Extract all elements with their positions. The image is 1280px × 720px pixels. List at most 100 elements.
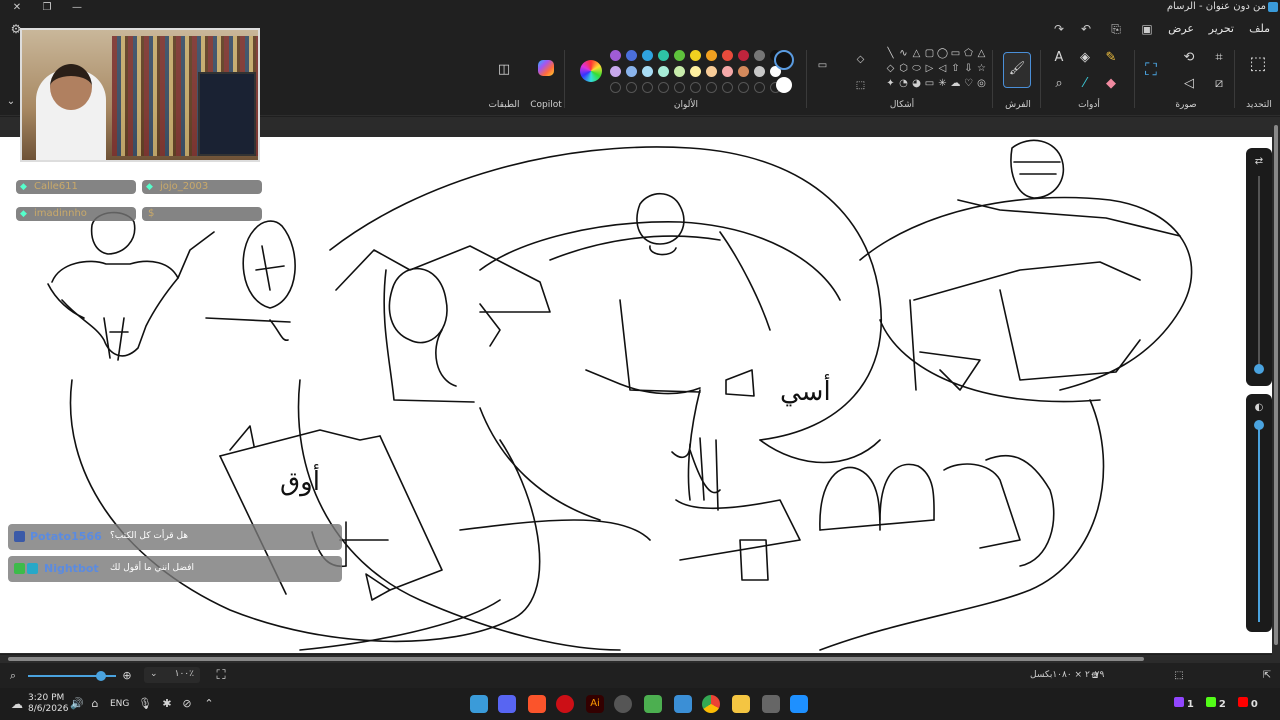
horizontal-scrollbar[interactable] [0,655,1280,663]
obs-taskbar-icon[interactable] [614,695,632,713]
shape-option[interactable]: ☆ [975,63,988,74]
shape-option[interactable]: △ [975,48,988,59]
shape-option[interactable]: ◕ [910,78,923,89]
shape-option[interactable]: ⇧ [949,63,962,74]
fit-to-window-icon[interactable]: ⛶ [212,668,230,684]
edit-colors-icon[interactable] [580,60,602,82]
menu-view[interactable]: عرض [1168,22,1194,35]
color-swatch[interactable] [626,50,637,61]
color-swatch[interactable] [690,66,701,77]
shape-option[interactable]: ⇩ [962,63,975,74]
redo-icon[interactable]: ↷ [1051,21,1067,37]
shape-outline-icon[interactable]: ▭ [816,58,829,74]
color-swatch[interactable] [706,50,717,61]
collapse-icon[interactable]: ⇄ [1250,154,1268,170]
layers-icon[interactable]: ◫ [495,62,513,78]
shape-option[interactable]: ▢ [923,48,936,59]
notification-icon[interactable]: ☁ [8,696,26,712]
color-swatch[interactable] [754,50,765,61]
color-swatch[interactable] [706,66,717,77]
color-swatch[interactable] [610,66,621,77]
shape-option[interactable]: ⬠ [962,48,975,59]
zoom-out-icon[interactable]: ⌕ [4,668,22,684]
crop-select-icon[interactable]: ⛶ [1142,62,1160,79]
shape-option[interactable]: ✳ [936,78,949,89]
custom-color-slot[interactable] [658,82,669,93]
vertical-scroll-thumb[interactable] [1274,125,1278,645]
horizontal-scroll-thumb[interactable] [8,657,1144,661]
eraser-icon[interactable]: ◆ [1102,76,1120,92]
shape-option[interactable]: ▭ [923,78,936,89]
color2-swatch[interactable] [776,77,792,93]
color1-swatch[interactable] [774,50,794,70]
brave-taskbar-icon[interactable] [528,695,546,713]
chevron-up-icon[interactable]: ⌃ [200,696,218,712]
maximize-icon[interactable]: ❐ [32,0,62,16]
shape-option[interactable]: ⬭ [910,63,923,74]
microphone-icon[interactable]: 🎙 [136,696,154,712]
resize-icon[interactable]: ⧄ [1210,76,1228,92]
rotate-icon[interactable]: ⟲ [1180,50,1198,66]
color-picker-icon[interactable]: ⁄ [1076,76,1094,92]
size-slider-handle[interactable] [1254,364,1264,374]
shape-option[interactable]: ∿ [897,48,910,59]
shape-option[interactable]: ╲ [884,48,897,59]
copilot-icon[interactable] [538,60,554,76]
vertical-scrollbar[interactable] [1272,117,1280,657]
custom-color-slot[interactable] [722,82,733,93]
opera-taskbar-icon[interactable] [556,695,574,713]
shape-option[interactable]: ◁ [936,63,949,74]
store-taskbar-icon[interactable] [674,695,692,713]
shapes-gallery[interactable]: ╲ ∿ △ ▢ ◯ ▭ ⬠ △ ◇ ⬡ ⬭ ▷ ◁ ⇧ ⇩ ☆ ✦ ◔ ◕ ▭ ✳ ☁ ♡ ◎ [884,48,988,96]
language-indicator[interactable]: ENG [110,699,129,709]
custom-color-slot[interactable] [642,82,653,93]
opacity-slider-handle[interactable] [1254,420,1264,430]
discord-taskbar-icon[interactable] [498,695,516,713]
select-rectangle-icon[interactable]: ⬚ [1249,55,1267,73]
minimize-icon[interactable]: — [62,0,92,16]
magnifier-icon[interactable]: ⌕ [1050,76,1068,92]
shape-option[interactable]: ▭ [949,48,962,59]
pencil-icon[interactable]: ✎ [1102,50,1120,66]
shape-option[interactable]: ◯ [936,48,949,59]
shape-option[interactable]: ♡ [962,78,975,89]
hidden-apps-icon[interactable]: ⊘ [178,696,196,712]
color-swatch[interactable] [674,50,685,61]
color-palette[interactable] [610,50,781,102]
color-swatch[interactable] [642,66,653,77]
zoom-slider-handle[interactable] [96,671,106,681]
shape-option[interactable]: ☁ [949,78,962,89]
bluetooth-icon[interactable]: ✱ [158,696,176,712]
zoom-select[interactable]: ⌄ ١٠٠٪ [144,667,200,683]
color-swatch[interactable] [754,66,765,77]
crop-icon[interactable]: ⌗ [1210,50,1228,66]
color-swatch[interactable] [690,50,701,61]
color-swatch[interactable] [722,66,733,77]
custom-color-slot[interactable] [626,82,637,93]
color-swatch[interactable] [738,50,749,61]
flip-icon[interactable]: ◁ [1180,76,1198,92]
color-swatch[interactable] [738,66,749,77]
menu-file[interactable]: ملف [1249,22,1270,35]
color-swatch[interactable] [610,50,621,61]
volume-icon[interactable]: 🔊 [68,696,86,712]
color-swatch[interactable] [658,50,669,61]
clock[interactable]: 3:20 PM 8/6/2026 [28,693,68,715]
paint-taskbar-icon[interactable] [470,695,488,713]
chrome-taskbar-icon[interactable] [702,695,720,713]
custom-color-slot[interactable] [754,82,765,93]
shape-option[interactable]: ◎ [975,78,988,89]
network-icon[interactable]: ⌂ [86,696,104,712]
custom-color-slot[interactable] [706,82,717,93]
share-icon[interactable]: ⎘ [1108,21,1124,37]
zoom-in-icon[interactable]: ⊕ [118,668,136,684]
undo-icon[interactable]: ↶ [1078,21,1094,37]
custom-color-slot[interactable] [610,82,621,93]
shape-option[interactable]: ◇ [884,63,897,74]
file-explorer-taskbar-icon[interactable] [732,695,750,713]
color-swatch[interactable] [722,50,733,61]
minecraft-taskbar-icon[interactable] [644,695,662,713]
shape-fill-icon[interactable]: ◇ [854,52,867,68]
shape-option[interactable]: ▷ [923,63,936,74]
color-swatch[interactable] [626,66,637,77]
